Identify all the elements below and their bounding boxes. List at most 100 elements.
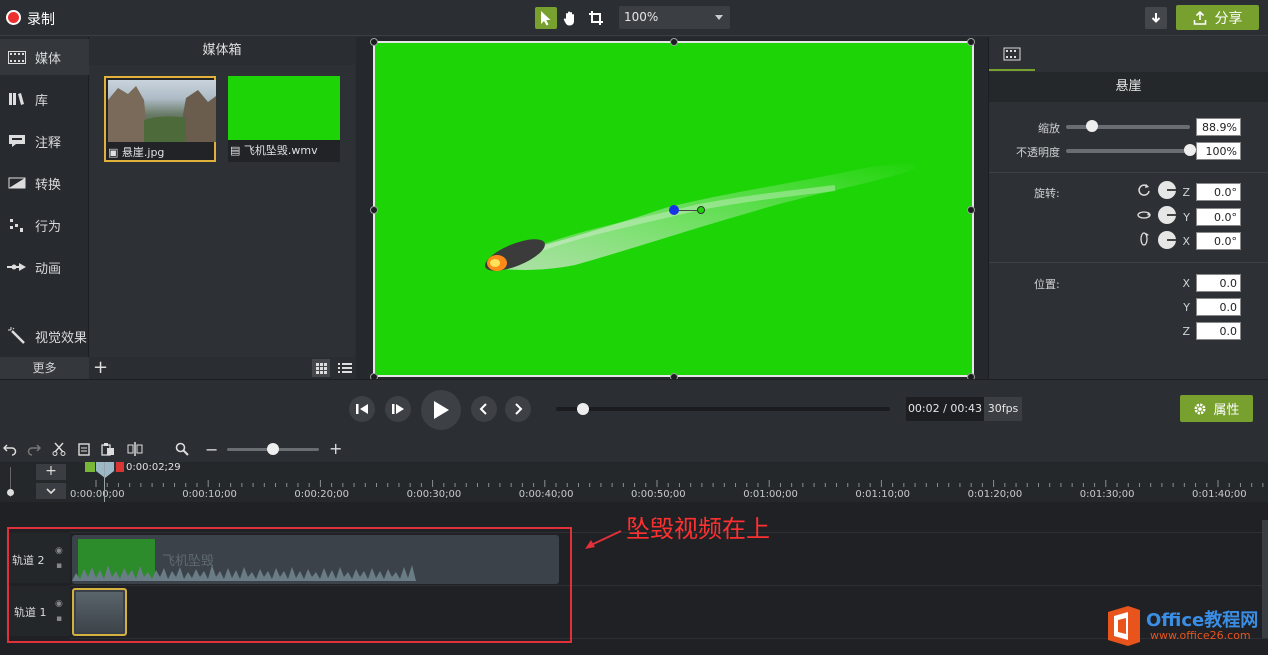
transition-icon: [7, 176, 27, 190]
record-icon[interactable]: [6, 10, 21, 25]
watermark-url: www.office26.com: [1150, 629, 1251, 642]
scale-label: 缩放: [1038, 122, 1060, 135]
nav-label: 转换: [35, 177, 62, 193]
more-button[interactable]: 更多: [0, 357, 89, 379]
opacity-slider-track[interactable]: [1066, 149, 1190, 153]
nav-item-media[interactable]: 媒体: [0, 39, 89, 75]
split-icon[interactable]: [127, 442, 143, 456]
grid-view-icon[interactable]: [312, 359, 330, 377]
resize-handle[interactable]: [967, 206, 975, 214]
ruler-tick-label: 0:00:00;00: [70, 489, 125, 500]
ruler-tick-label: 0:01:10;00: [855, 489, 911, 500]
crop-tool-icon[interactable]: [585, 7, 607, 29]
track-height-slider[interactable]: [7, 467, 14, 497]
download-icon: [1151, 13, 1161, 23]
position-y-field[interactable]: 0.0: [1196, 298, 1241, 316]
timeline-ruler[interactable]: 0:00:02;29 0:00:00;00 0:00:10;00 0:00:20;0…: [70, 462, 1268, 502]
step-forward-icon: [392, 404, 404, 414]
behavior-icon: [7, 218, 27, 232]
step-back-button[interactable]: [349, 396, 375, 422]
nav-item-library[interactable]: 库: [0, 81, 89, 117]
scale-slider-knob[interactable]: [1086, 120, 1099, 132]
rotation-axis: Z: [1182, 186, 1190, 199]
record-button-label[interactable]: 录制: [27, 9, 55, 29]
zoom-in-icon[interactable]: +: [329, 439, 342, 458]
scrubber-track[interactable]: [556, 407, 890, 411]
zoom-out-icon[interactable]: −: [205, 440, 218, 459]
nav-item-visual-effects[interactable]: 视觉效果: [0, 318, 89, 354]
media-item-crash-video[interactable]: ▤ 飞机坠毁.wmv: [228, 76, 340, 162]
rotation-x-field[interactable]: 0.0°: [1196, 232, 1241, 250]
annotation-arrow: [583, 525, 623, 551]
ruler-tick-label: 0:01:20;00: [967, 489, 1023, 500]
collapse-tracks-button[interactable]: [36, 483, 66, 499]
scrubber-knob[interactable]: [576, 403, 589, 415]
add-track-button[interactable]: +: [36, 464, 66, 480]
nav-label: 注释: [35, 135, 62, 151]
undo-icon[interactable]: [2, 442, 17, 456]
previous-marker-button[interactable]: [471, 396, 497, 422]
rotation-label: 旋转:: [1034, 187, 1060, 200]
timeline-zoom-knob[interactable]: [267, 443, 279, 455]
magic-wand-icon: [7, 327, 27, 344]
redo-icon[interactable]: [27, 442, 42, 456]
opacity-slider-knob[interactable]: [1184, 144, 1196, 156]
upload-icon: [1193, 10, 1206, 25]
ruler-tick-label: 0:01:40;00: [1192, 489, 1247, 500]
download-button[interactable]: [1145, 7, 1167, 29]
paste-icon[interactable]: [101, 442, 115, 456]
chevron-down-icon: [46, 488, 56, 495]
annotation-text: 坠毁视频在上: [626, 515, 770, 543]
ruler-tick-label: 0:00:50;00: [631, 489, 686, 500]
rotation-handle[interactable]: [697, 206, 705, 214]
opacity-label: 不透明度: [1016, 146, 1060, 159]
resize-handle[interactable]: [370, 206, 378, 214]
side-navigation: 媒体 库 注释 转换 行为 动画 视觉效果: [0, 37, 89, 379]
copy-icon[interactable]: [77, 442, 91, 456]
rotate-y-icon: [1137, 208, 1151, 222]
scale-field[interactable]: 88.9%: [1196, 118, 1241, 136]
resize-handle[interactable]: [670, 38, 678, 46]
time-display: 00:02 / 00:43: [906, 397, 984, 421]
resize-handle[interactable]: [370, 38, 378, 46]
green-screen-video[interactable]: [370, 38, 975, 381]
nav-item-annotations[interactable]: 注释: [0, 123, 89, 159]
properties-button[interactable]: 属性: [1180, 395, 1253, 422]
rotation-z-field[interactable]: 0.0°: [1196, 183, 1241, 201]
zoom-select[interactable]: 100%: [619, 6, 730, 29]
nav-item-animations[interactable]: 动画: [0, 249, 89, 285]
animation-arrow-icon: [7, 260, 27, 274]
rotate-x-dial[interactable]: [1158, 231, 1176, 249]
rotate-y-dial[interactable]: [1158, 206, 1176, 224]
share-button[interactable]: 分享: [1176, 5, 1259, 30]
play-button[interactable]: [421, 390, 461, 430]
pan-tool-icon[interactable]: [559, 7, 581, 29]
list-view-icon[interactable]: [336, 359, 354, 377]
step-forward-button[interactable]: [385, 396, 411, 422]
nav-item-transitions[interactable]: 转换: [0, 165, 89, 201]
cliff-thumbnail: [108, 80, 216, 142]
anchor-point[interactable]: [669, 205, 679, 215]
nav-item-behaviors[interactable]: 行为: [0, 207, 89, 243]
chevron-right-icon: [515, 403, 523, 415]
position-x-field[interactable]: 0.0: [1196, 274, 1241, 292]
opacity-field[interactable]: 100%: [1196, 142, 1241, 160]
media-item-cliff[interactable]: ▣ 悬崖.jpg: [104, 76, 216, 162]
playhead-handle[interactable]: [95, 462, 115, 478]
position-axis: X: [1182, 277, 1190, 290]
resize-handle[interactable]: [967, 38, 975, 46]
nav-label: 视觉效果: [35, 330, 88, 346]
cut-icon[interactable]: [52, 442, 66, 456]
fps-display: 30fps: [984, 397, 1022, 421]
zoom-value: 100%: [624, 10, 659, 24]
rotate-z-dial[interactable]: [1158, 181, 1176, 199]
position-z-field[interactable]: 0.0: [1196, 322, 1241, 340]
ruler-tick-label: 0:00:30;00: [406, 489, 462, 500]
gear-icon: [1194, 403, 1206, 414]
select-tool-icon[interactable]: [535, 7, 557, 29]
rotation-y-field[interactable]: 0.0°: [1196, 208, 1241, 226]
visual-properties-tab[interactable]: [989, 37, 1035, 71]
add-media-icon[interactable]: +: [93, 358, 111, 378]
scale-slider-track[interactable]: [1066, 125, 1190, 129]
next-marker-button[interactable]: [505, 396, 531, 422]
